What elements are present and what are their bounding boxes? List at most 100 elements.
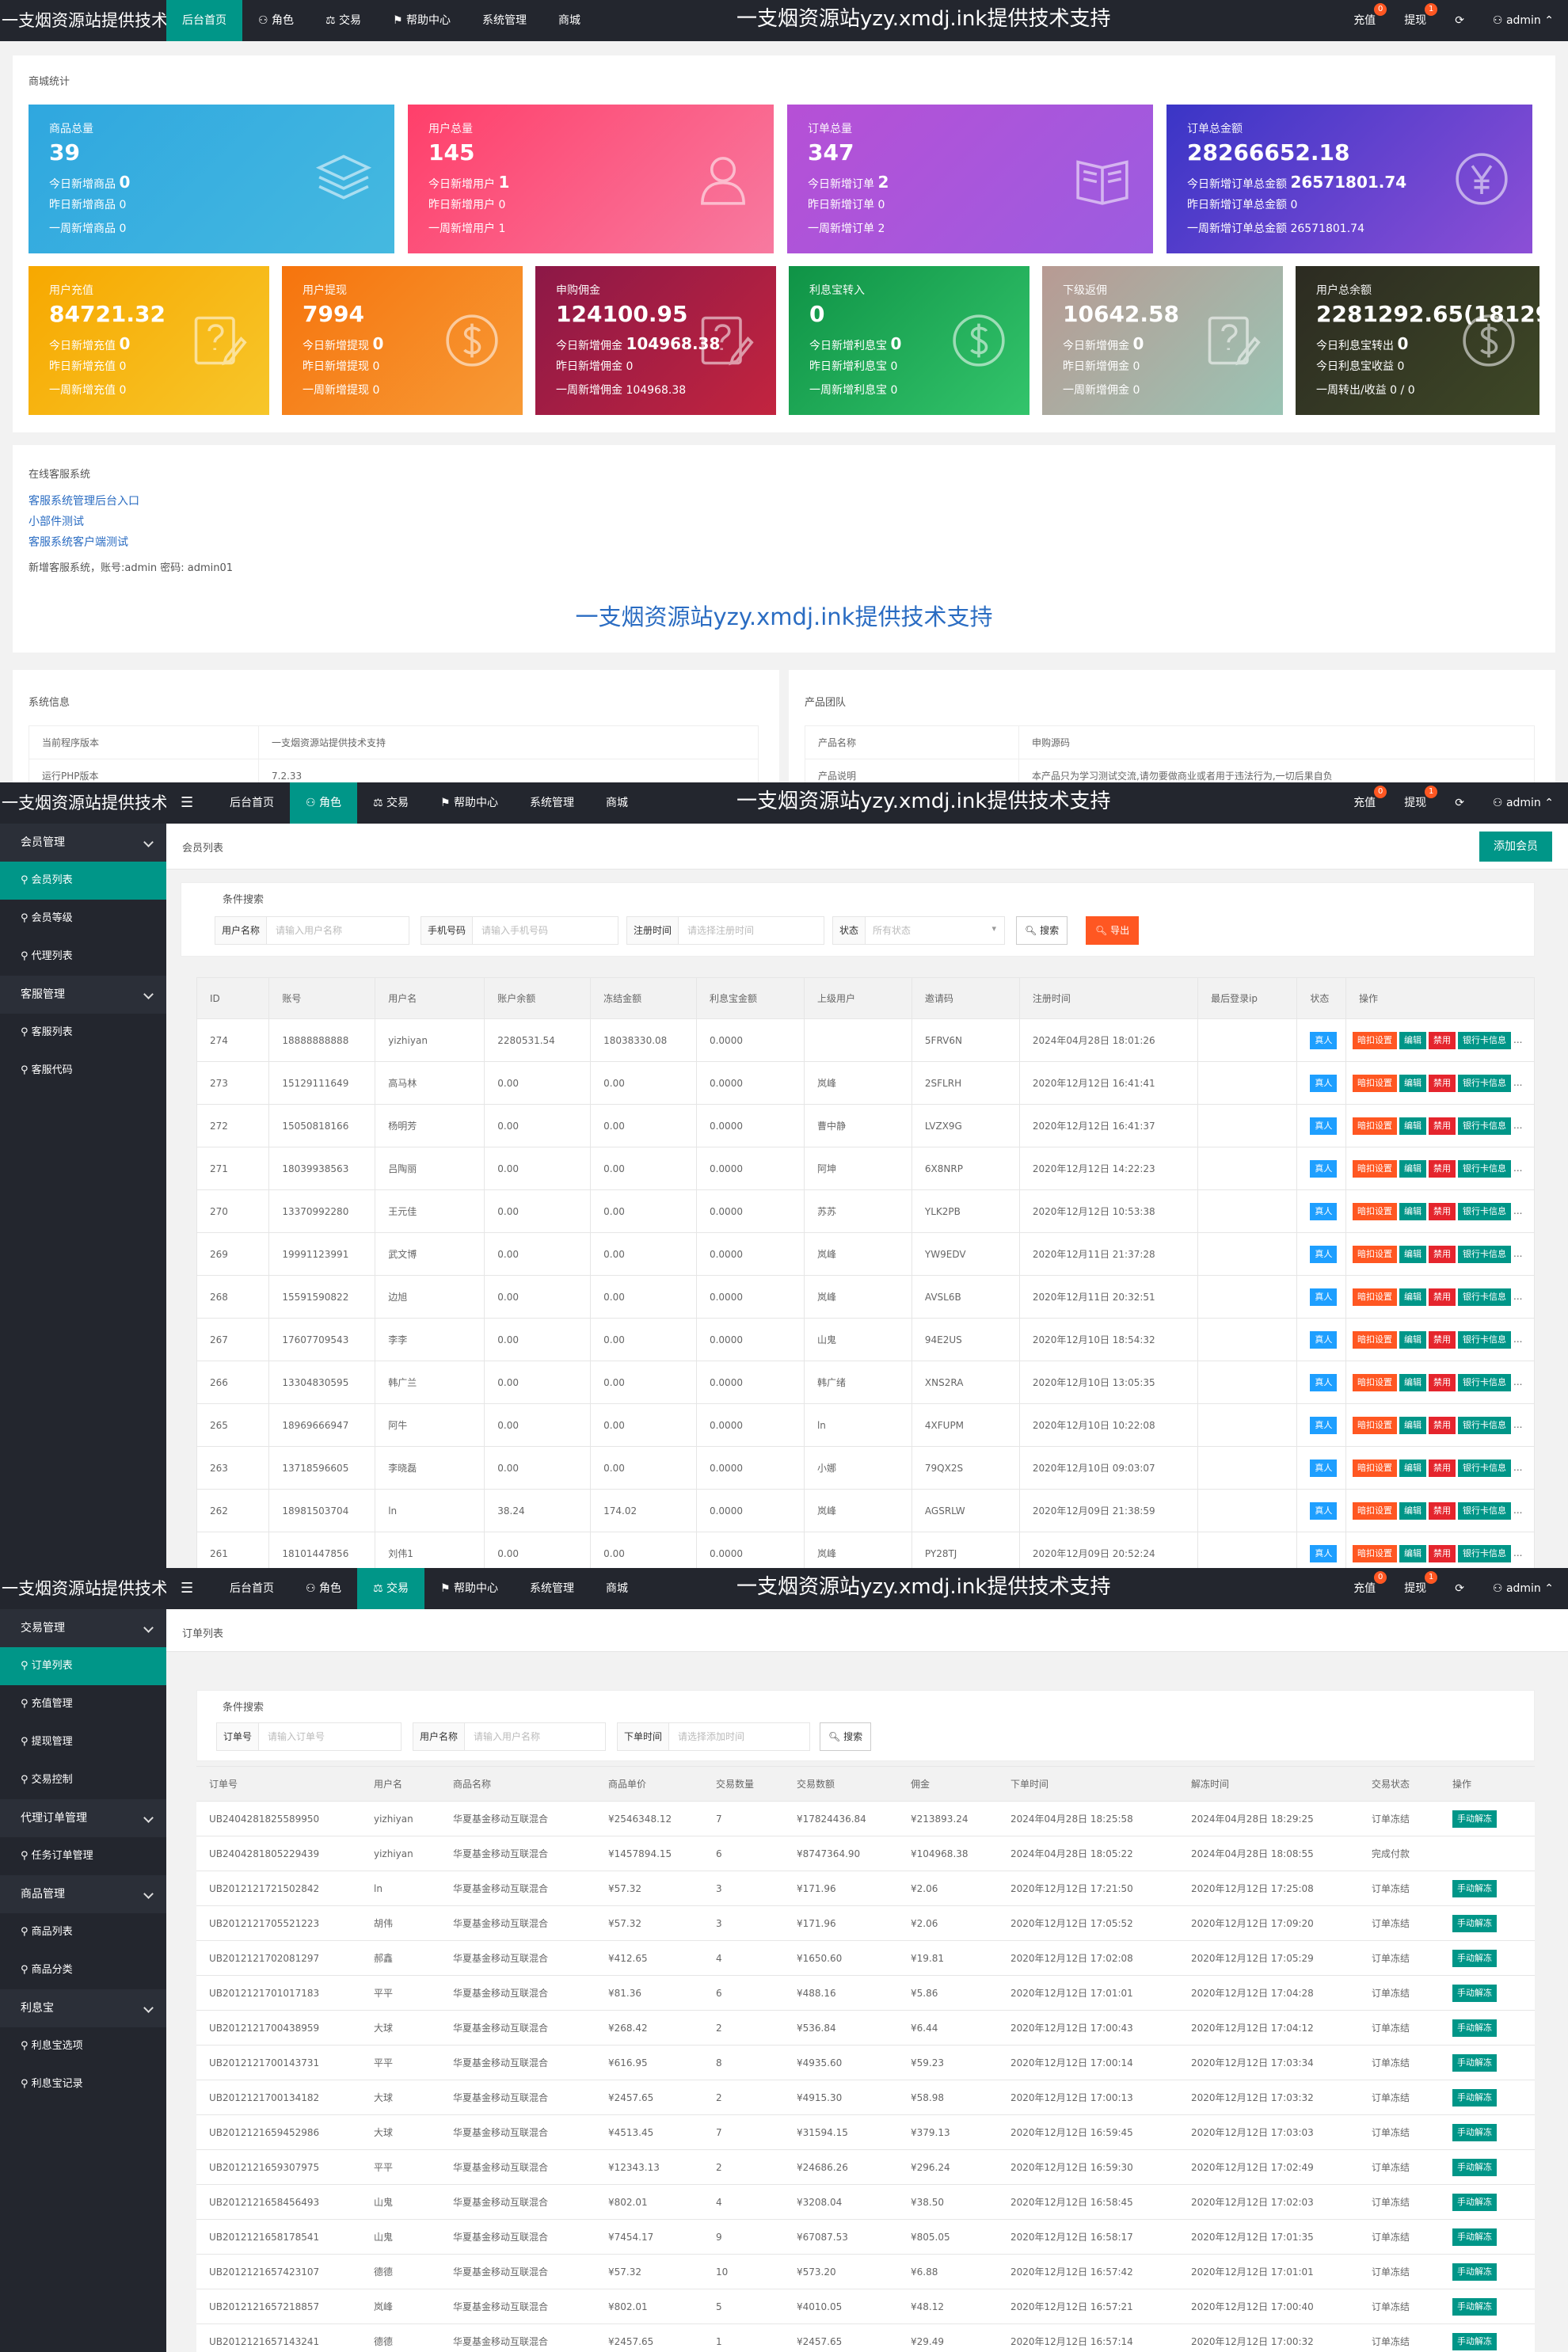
menu-role[interactable]: ⚇ 角色 xyxy=(290,782,358,824)
unfreeze-button[interactable]: 手动解冻 xyxy=(1452,1810,1497,1828)
unfreeze-button[interactable]: 手动解冻 xyxy=(1452,2228,1497,2246)
op-button[interactable]: 禁用 xyxy=(1429,1117,1456,1135)
op-button[interactable]: 银行卡信息 xyxy=(1458,1117,1512,1135)
menu-trade[interactable]: ⚖ 交易 xyxy=(357,1568,425,1609)
op-button[interactable]: 银行卡信息 xyxy=(1458,1031,1512,1049)
unfreeze-button[interactable]: 手动解冻 xyxy=(1452,2053,1497,2072)
op-button[interactable]: 暗扣设置 xyxy=(1353,1031,1398,1049)
op-button[interactable]: 银行卡信息 xyxy=(1458,1501,1512,1520)
more-icon[interactable]: ... xyxy=(1513,1547,1522,1558)
cs-widget-link[interactable]: 小部件测试 xyxy=(29,513,84,529)
more-icon[interactable]: ... xyxy=(1513,1163,1522,1174)
sidebar-group[interactable]: 商品管理 xyxy=(0,1875,166,1913)
menu-trade[interactable]: ⚖ 交易 xyxy=(357,782,424,824)
menu-help[interactable]: ⚑ 帮助中心 xyxy=(377,0,466,41)
op-button[interactable]: 禁用 xyxy=(1429,1416,1456,1434)
op-button[interactable]: 暗扣设置 xyxy=(1353,1416,1398,1434)
menu-toggle-icon[interactable]: ☰ xyxy=(181,782,193,824)
menu-system[interactable]: 系统管理 xyxy=(514,782,590,824)
sidebar-group[interactable]: 会员管理 xyxy=(0,824,166,862)
unfreeze-button[interactable]: 手动解冻 xyxy=(1452,2123,1497,2141)
recharge-link[interactable]: 充值 0 xyxy=(1339,1568,1390,1609)
order-time-field[interactable]: 下单时间 请选择添加时间 xyxy=(617,1722,810,1751)
search-button[interactable]: 🔍︎ 搜索 xyxy=(1016,916,1068,945)
more-icon[interactable]: ... xyxy=(1513,1505,1522,1516)
username-field[interactable]: 用户名称 请输入用户名称 xyxy=(215,916,409,945)
sidebar-item[interactable]: ⚲ 提现管理 xyxy=(0,1723,166,1761)
sidebar-item[interactable]: ⚲ 商品列表 xyxy=(0,1913,166,1951)
op-button[interactable]: 银行卡信息 xyxy=(1458,1074,1512,1092)
more-icon[interactable]: ... xyxy=(1513,1419,1522,1430)
more-icon[interactable]: ... xyxy=(1513,1120,1522,1131)
op-button[interactable]: 编辑 xyxy=(1399,1288,1427,1306)
op-button[interactable]: 银行卡信息 xyxy=(1458,1202,1512,1220)
menu-toggle-icon[interactable]: ☰ xyxy=(181,1568,193,1609)
menu-mall[interactable]: 商城 xyxy=(590,1568,644,1609)
op-button[interactable]: 编辑 xyxy=(1399,1031,1427,1049)
op-button[interactable]: 编辑 xyxy=(1399,1501,1427,1520)
op-button[interactable]: 编辑 xyxy=(1399,1202,1427,1220)
phone-field[interactable]: 手机号码 请输入手机号码 xyxy=(421,916,618,945)
menu-mall[interactable]: 商城 xyxy=(590,782,644,824)
menu-home[interactable]: 后台首页 xyxy=(214,1568,290,1609)
menu-trade[interactable]: ⚖ 交易 xyxy=(310,0,377,41)
withdraw-link[interactable]: 提现 1 xyxy=(1390,1568,1441,1609)
op-button[interactable]: 银行卡信息 xyxy=(1458,1416,1512,1434)
register-time-field[interactable]: 注册时间 请选择注册时间 xyxy=(626,916,824,945)
op-button[interactable]: 银行卡信息 xyxy=(1458,1159,1512,1178)
menu-home[interactable]: 后台首页 xyxy=(166,0,242,41)
op-button[interactable]: 暗扣设置 xyxy=(1353,1074,1398,1092)
unfreeze-button[interactable]: 手动解冻 xyxy=(1452,2158,1497,2176)
op-button[interactable]: 暗扣设置 xyxy=(1353,1202,1398,1220)
op-button[interactable]: 禁用 xyxy=(1429,1501,1456,1520)
unfreeze-button[interactable]: 手动解冻 xyxy=(1452,1879,1497,1897)
menu-home[interactable]: 后台首页 xyxy=(214,782,290,824)
more-icon[interactable]: ... xyxy=(1513,1334,1522,1345)
op-button[interactable]: 暗扣设置 xyxy=(1353,1459,1398,1477)
sidebar-item[interactable]: ⚲ 订单列表 xyxy=(0,1647,166,1685)
sidebar-item[interactable]: ⚲ 任务订单管理 xyxy=(0,1837,166,1875)
op-button[interactable]: 暗扣设置 xyxy=(1353,1159,1398,1178)
op-button[interactable]: 编辑 xyxy=(1399,1459,1427,1477)
unfreeze-button[interactable]: 手动解冻 xyxy=(1452,1984,1497,2002)
export-button[interactable]: 🔍︎ 导出 xyxy=(1086,916,1140,945)
op-button[interactable]: 银行卡信息 xyxy=(1458,1459,1512,1477)
op-button[interactable]: 银行卡信息 xyxy=(1458,1373,1512,1391)
sidebar-group[interactable]: 代理订单管理 xyxy=(0,1799,166,1837)
op-button[interactable]: 编辑 xyxy=(1399,1117,1427,1135)
unfreeze-button[interactable]: 手动解冻 xyxy=(1452,1914,1497,1932)
unfreeze-button[interactable]: 手动解冻 xyxy=(1452,2263,1497,2281)
op-button[interactable]: 禁用 xyxy=(1429,1074,1456,1092)
op-button[interactable]: 暗扣设置 xyxy=(1353,1288,1398,1306)
sidebar-group[interactable]: 客服管理 xyxy=(0,976,166,1014)
op-button[interactable]: 编辑 xyxy=(1399,1074,1427,1092)
withdraw-link[interactable]: 提现 1 xyxy=(1390,782,1441,824)
op-button[interactable]: 禁用 xyxy=(1429,1031,1456,1049)
op-button[interactable]: 禁用 xyxy=(1429,1159,1456,1178)
unfreeze-button[interactable]: 手动解冻 xyxy=(1452,2019,1497,2037)
menu-role[interactable]: ⚇ 角色 xyxy=(290,1568,357,1609)
op-button[interactable]: 银行卡信息 xyxy=(1458,1245,1512,1263)
search-button[interactable]: 🔍︎ 搜索 xyxy=(820,1722,872,1751)
op-button[interactable]: 银行卡信息 xyxy=(1458,1330,1512,1349)
op-button[interactable]: 银行卡信息 xyxy=(1458,1544,1512,1562)
recharge-link[interactable]: 充值 0 xyxy=(1339,782,1390,824)
add-member-button[interactable]: 添加会员 xyxy=(1479,832,1552,862)
sidebar-item[interactable]: ⚲ 会员等级 xyxy=(0,900,166,938)
user-menu[interactable]: ⚇ admin ⌃ xyxy=(1479,1568,1568,1609)
sidebar-group[interactable]: 交易管理 xyxy=(0,1609,166,1647)
op-button[interactable]: 禁用 xyxy=(1429,1544,1456,1562)
sidebar-item[interactable]: ⚲ 交易控制 xyxy=(0,1761,166,1799)
sidebar-item[interactable]: ⚲ 会员列表 xyxy=(0,862,166,900)
cs-client-link[interactable]: 客服系统客户端测试 xyxy=(29,534,128,550)
op-button[interactable]: 暗扣设置 xyxy=(1353,1117,1398,1135)
more-icon[interactable]: ... xyxy=(1513,1205,1522,1216)
refresh-icon[interactable]: ⟳ xyxy=(1441,0,1479,41)
op-button[interactable]: 禁用 xyxy=(1429,1330,1456,1349)
op-button[interactable]: 禁用 xyxy=(1429,1373,1456,1391)
more-icon[interactable]: ... xyxy=(1513,1077,1522,1088)
op-button[interactable]: 暗扣设置 xyxy=(1353,1373,1398,1391)
order-no-field[interactable]: 订单号 请输入订单号 xyxy=(216,1722,402,1751)
sidebar-item[interactable]: ⚲ 利息宝记录 xyxy=(0,2065,166,2103)
more-icon[interactable]: ... xyxy=(1513,1034,1522,1045)
